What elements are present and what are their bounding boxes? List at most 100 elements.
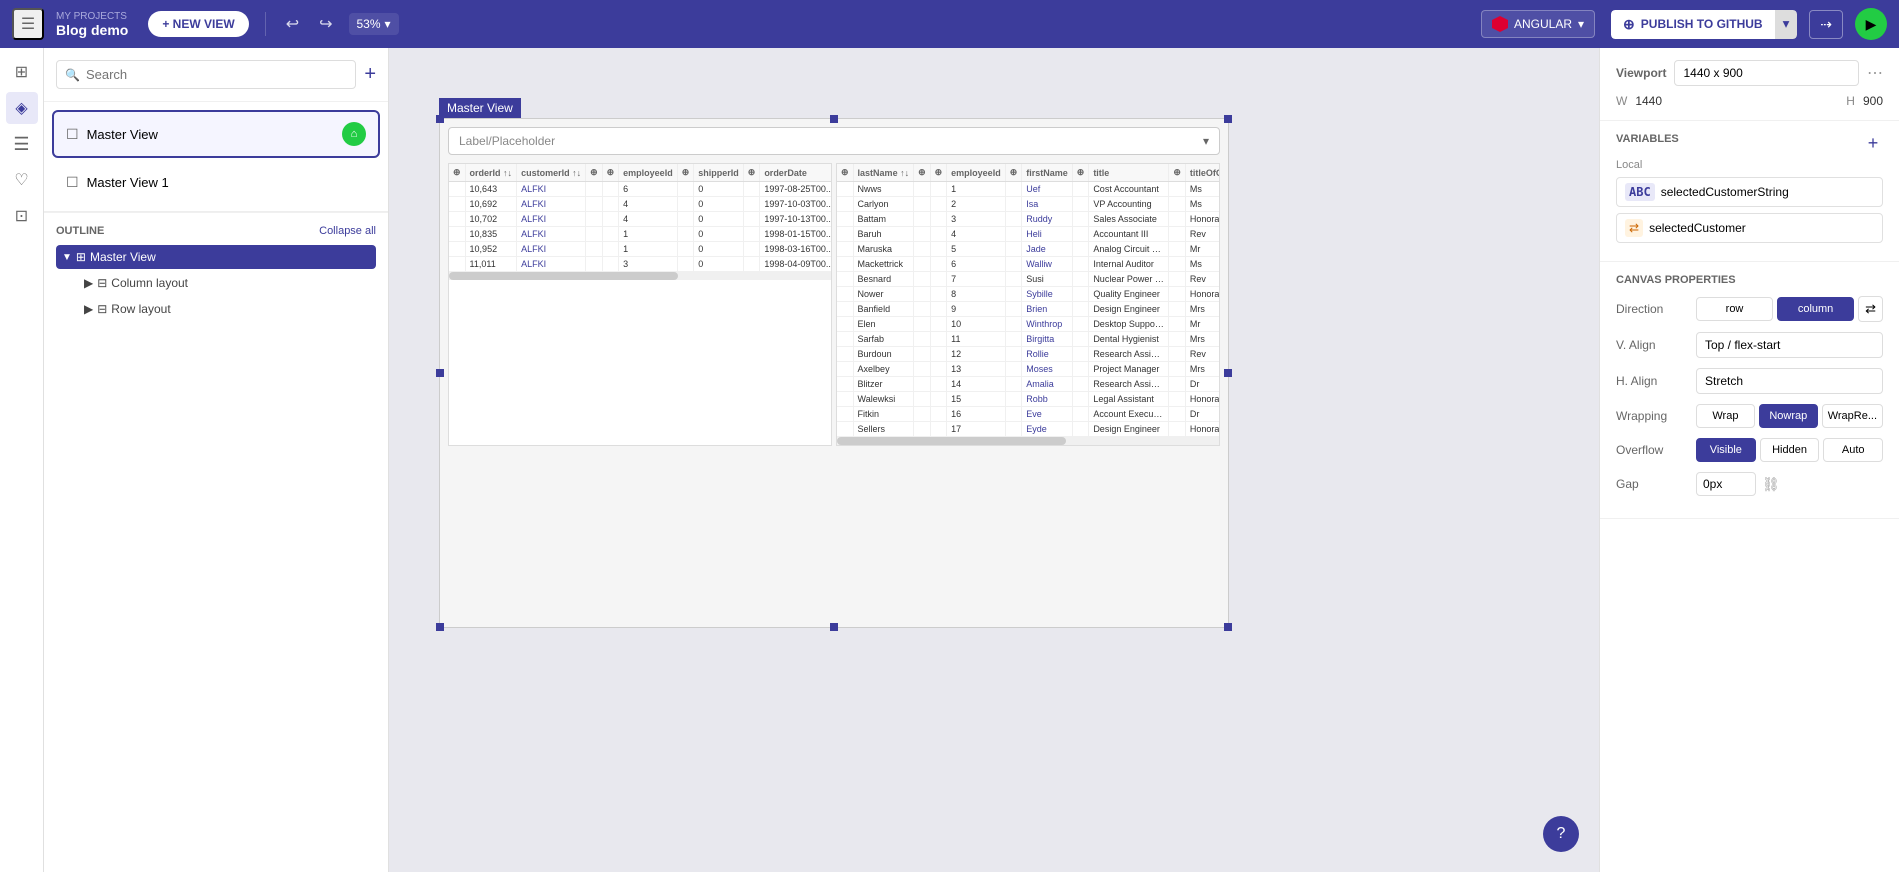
- main-layout: ⊞ ◈ ☰ ♡ ⊡ 🔍 + ☐ Master View ⌂ ☐: [0, 48, 1899, 872]
- th2-employeeid: employeeId: [947, 164, 1006, 182]
- table-row: Nower8SybilleQuality EngineerHonorable: [837, 287, 1220, 302]
- view-label: Master View: [87, 127, 334, 142]
- table-row: Battam3RuddySales AssociateHonorable: [837, 212, 1220, 227]
- overflow-auto-button[interactable]: Auto: [1823, 438, 1883, 462]
- caret-icon3[interactable]: ▶: [84, 302, 93, 316]
- view-home-button[interactable]: ⌂: [342, 122, 366, 146]
- view-item-master1[interactable]: ☐ Master View 1: [52, 162, 380, 203]
- zoom-control[interactable]: 53% ▾: [349, 13, 399, 35]
- wrapre-button[interactable]: WrapRe...: [1822, 404, 1883, 428]
- play-button[interactable]: ▶: [1855, 8, 1887, 40]
- viewport-more-icon[interactable]: ⋯: [1867, 63, 1883, 83]
- gap-row: Gap ⛓: [1616, 472, 1883, 496]
- view-icon: ☐: [66, 126, 79, 143]
- column-layout-icon: ⊟: [97, 276, 107, 290]
- swap-direction-button[interactable]: ⇄: [1858, 296, 1883, 322]
- overflow-hidden-button[interactable]: Hidden: [1760, 438, 1820, 462]
- variable-item-string[interactable]: ABC selectedCustomerString: [1616, 177, 1883, 207]
- outline-panel: OUTLINE Collapse all ▼ ⊞ Master View ▶ ⊟…: [44, 211, 388, 872]
- wrap-button[interactable]: Wrap: [1696, 404, 1755, 428]
- help-button[interactable]: ?: [1543, 816, 1579, 852]
- table-row: 10,835ALFKI101998-01-15T00...: [449, 227, 832, 242]
- resize-handle-br[interactable]: [1224, 623, 1232, 631]
- sidebar-item-assets[interactable]: ⊡: [6, 200, 38, 232]
- project-name: MY PROJECTS: [56, 11, 128, 22]
- dropdown-row[interactable]: Label/Placeholder ▾: [448, 127, 1220, 155]
- th2-i4: ⊕: [1072, 164, 1089, 182]
- direction-row: Direction row column ⇄: [1616, 296, 1883, 322]
- table1-scrollbar[interactable]: [449, 272, 831, 280]
- th-i2: ⊕: [602, 164, 619, 182]
- resize-handle-tr[interactable]: [1224, 115, 1232, 123]
- sidebar-item-components[interactable]: ◈: [6, 92, 38, 124]
- caret-icon2[interactable]: ▶: [84, 276, 93, 290]
- table-row: Sellers17EydeDesign EngineerHonorable: [837, 422, 1220, 437]
- overflow-visible-button[interactable]: Visible: [1696, 438, 1756, 462]
- viewport-row: Viewport 1440 x 900 1920 x 1080 375 x 81…: [1616, 60, 1883, 86]
- add-view-button[interactable]: +: [364, 63, 376, 86]
- th-i: ⊕: [586, 164, 603, 182]
- viewport-select[interactable]: 1440 x 900 1920 x 1080 375 x 812: [1674, 60, 1859, 86]
- resize-handle-tc[interactable]: [830, 115, 838, 123]
- grid-icon: ⊞: [76, 250, 86, 264]
- viewport-label: Viewport: [1616, 66, 1666, 80]
- link-icon[interactable]: ⛓: [1762, 476, 1780, 493]
- halign-row: H. Align Stretch Left / flex-start Cente…: [1616, 368, 1883, 394]
- sidebar-item-favorites[interactable]: ♡: [6, 164, 38, 196]
- column-direction-button[interactable]: column: [1777, 297, 1854, 321]
- add-variable-button[interactable]: +: [1863, 133, 1883, 153]
- wrapping-row: Wrapping Wrap Nowrap WrapRe...: [1616, 404, 1883, 428]
- th-customerid: customerId ↑↓: [517, 164, 586, 182]
- outline-item-row-layout[interactable]: ▶ ⊟ Row layout: [56, 297, 376, 321]
- search-input[interactable]: [86, 67, 347, 82]
- redo-button[interactable]: ↪: [315, 10, 336, 38]
- resize-handle-mr[interactable]: [1224, 369, 1232, 377]
- view-actions: ⌂: [342, 122, 366, 146]
- th-shipperid: shipperId: [694, 164, 744, 182]
- variable-item-object[interactable]: ⇄ selectedCustomer: [1616, 213, 1883, 243]
- caret-icon[interactable]: ▼: [62, 252, 72, 263]
- table1-scrollbar-thumb: [449, 272, 678, 280]
- obj-icon: ⇄: [1625, 219, 1643, 237]
- table-row: 10,692ALFKI401997-10-03T00...: [449, 197, 832, 212]
- share-button[interactable]: ⇢: [1809, 10, 1843, 39]
- dropdown-caret-icon: ▾: [1203, 134, 1209, 148]
- gap-input-row: ⛓: [1696, 472, 1883, 496]
- halign-select[interactable]: Stretch Left / flex-start Center Right /…: [1696, 368, 1883, 394]
- collapse-all-button[interactable]: Collapse all: [319, 225, 376, 237]
- angular-selector[interactable]: ANGULAR ▾: [1481, 10, 1595, 38]
- direction-label: Direction: [1616, 302, 1696, 316]
- valign-label: V. Align: [1616, 338, 1696, 352]
- resize-handle-bc[interactable]: [830, 623, 838, 631]
- resize-handle-bl[interactable]: [436, 623, 444, 631]
- resize-handle-tl[interactable]: [436, 115, 444, 123]
- new-view-button[interactable]: + NEW VIEW: [148, 11, 248, 37]
- publish-button[interactable]: ⊕ PUBLISH TO GITHUB: [1611, 10, 1775, 39]
- project-title: Blog demo: [56, 22, 128, 38]
- outline-item-master-view[interactable]: ▼ ⊞ Master View: [56, 245, 376, 269]
- gap-input[interactable]: [1696, 472, 1756, 496]
- nowrap-button[interactable]: Nowrap: [1759, 404, 1818, 428]
- publish-split-button[interactable]: ▾: [1775, 10, 1798, 39]
- sidebar-item-pages[interactable]: ⊞: [6, 56, 38, 88]
- view-item-master[interactable]: ☐ Master View ⌂: [52, 110, 380, 158]
- master-view-container: Master View Label/Placeholder: [439, 98, 1229, 628]
- angular-logo-icon: [1492, 16, 1508, 32]
- tables-row: ⊕ orderId ↑↓ customerId ↑↓ ⊕ ⊕ employeeI…: [448, 163, 1220, 446]
- th-i4: ⊕: [743, 164, 760, 182]
- valign-select[interactable]: Top / flex-start Center Bottom / flex-en…: [1696, 332, 1883, 358]
- undo-button[interactable]: ↩: [282, 10, 303, 38]
- table2-scrollbar[interactable]: [837, 437, 1219, 445]
- outline-item-column-layout[interactable]: ▶ ⊟ Column layout: [56, 271, 376, 295]
- publish-button-group: ⊕ PUBLISH TO GITHUB ▾: [1611, 10, 1797, 39]
- menu-icon[interactable]: ☰: [12, 8, 44, 40]
- employees-table: ⊕ lastName ↑↓ ⊕ ⊕ employeeId ⊕ firstName…: [836, 163, 1220, 446]
- direction-buttons: row column: [1696, 297, 1854, 321]
- outline-header: OUTLINE Collapse all: [56, 225, 376, 237]
- th-empty: ⊕: [449, 164, 465, 182]
- resize-handle-ml[interactable]: [436, 369, 444, 377]
- th-orderdate: orderDate: [760, 164, 832, 182]
- row-direction-button[interactable]: row: [1696, 297, 1773, 321]
- github-icon: ⊕: [1623, 16, 1635, 33]
- sidebar-item-layers[interactable]: ☰: [6, 128, 38, 160]
